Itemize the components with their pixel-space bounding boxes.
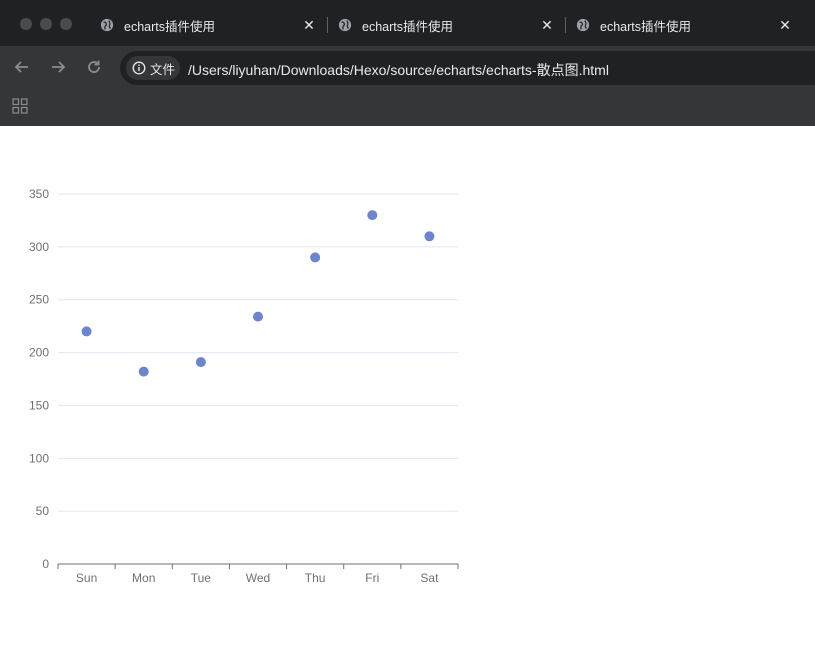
data-point[interactable] — [195, 357, 206, 368]
window-controls — [20, 18, 72, 30]
x-tick-label: Mon — [132, 571, 155, 585]
reload-icon[interactable] — [84, 57, 104, 77]
tab-title: echarts插件使用 — [362, 19, 453, 34]
info-icon — [132, 61, 146, 75]
tab-2[interactable]: echarts插件使用 ✕ — [326, 6, 564, 44]
data-point[interactable] — [367, 210, 378, 221]
toolbar: 文件 /Users/liyuhan/Downloads/Hexo/source/… — [0, 46, 815, 88]
tab-1[interactable]: echarts插件使用 ✕ — [88, 6, 326, 44]
y-tick-label: 50 — [36, 504, 50, 518]
url-text[interactable]: /Users/liyuhan/Downloads/Hexo/source/ech… — [188, 60, 609, 80]
tab-title: echarts插件使用 — [600, 19, 691, 34]
site-info-chip[interactable]: 文件 — [126, 56, 180, 80]
data-point[interactable] — [310, 252, 321, 263]
browser-chrome: echarts插件使用 ✕ echarts插件使用 ✕ echarts插件使用 … — [0, 0, 815, 126]
x-tick-label: Sat — [420, 571, 439, 585]
minimize-window-button[interactable] — [40, 18, 52, 30]
scatter-chart: 0 50 100 150 200 250 300 350 Sun Mon Tue Wed Thu Fri S… — [29, 187, 459, 585]
tab-title: echarts插件使用 — [124, 19, 215, 34]
maximize-window-button[interactable] — [60, 18, 72, 30]
bookmarks-bar — [0, 88, 815, 126]
y-tick-label: 0 — [42, 557, 49, 571]
y-tick-label: 150 — [29, 398, 49, 412]
address-bar[interactable]: 文件 /Users/liyuhan/Downloads/Hexo/source/… — [120, 51, 815, 85]
tab-3[interactable]: echarts插件使用 ✕ — [564, 6, 802, 44]
page-content: 0 50 100 150 200 250 300 350 Sun Mon Tue Wed Thu Fri S… — [0, 126, 815, 667]
site-info-label: 文件 — [150, 62, 176, 77]
apps-grid-icon[interactable] — [12, 98, 28, 114]
tab-close-button[interactable]: ✕ — [298, 17, 320, 34]
tab-close-button[interactable]: ✕ — [774, 17, 796, 34]
close-window-button[interactable] — [20, 18, 32, 30]
x-tick-label: Wed — [246, 571, 270, 585]
x-tick-label: Thu — [305, 571, 326, 585]
tab-strip: echarts插件使用 ✕ echarts插件使用 ✕ echarts插件使用 … — [0, 0, 815, 46]
data-point[interactable] — [424, 231, 435, 242]
x-tick-label: Sun — [76, 571, 97, 585]
y-tick-label: 350 — [29, 187, 49, 201]
tab-close-button[interactable]: ✕ — [536, 17, 558, 34]
y-tick-label: 100 — [29, 451, 49, 465]
y-tick-label: 250 — [29, 293, 49, 307]
x-tick-label: Tue — [191, 571, 212, 585]
y-tick-label: 200 — [29, 346, 49, 360]
arrow-right-icon[interactable] — [48, 57, 68, 77]
data-point[interactable] — [253, 311, 263, 322]
data-point[interactable] — [81, 326, 92, 337]
globe-icon — [576, 18, 590, 32]
arrow-left-icon[interactable] — [12, 57, 32, 77]
globe-icon — [100, 18, 114, 32]
x-tick-label: Fri — [365, 571, 379, 585]
globe-icon — [338, 18, 352, 32]
y-tick-label: 300 — [29, 240, 49, 254]
data-point[interactable] — [138, 366, 149, 377]
